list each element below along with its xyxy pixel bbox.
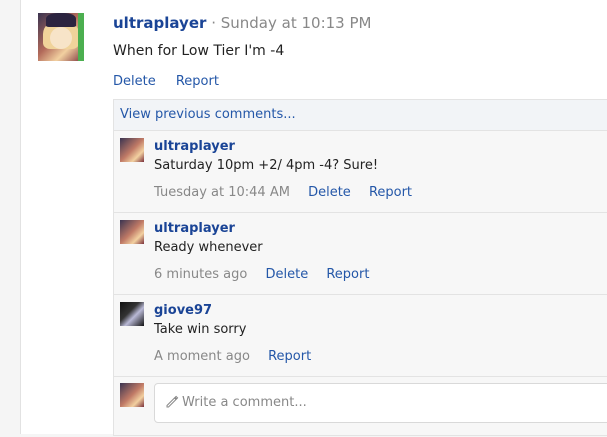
comment-text: Saturday 10pm +2/ 4pm -4? Sure!: [154, 158, 379, 173]
comment-time[interactable]: A moment ago: [154, 349, 250, 364]
comment-username[interactable]: giove97: [154, 303, 212, 318]
comments-section: View previous comments... ultraplayer Sa…: [113, 99, 607, 436]
comment-username[interactable]: ultraplayer: [154, 221, 235, 236]
comment-username[interactable]: ultraplayer: [154, 139, 235, 154]
post-header: ultraplayer · Sunday at 10:13 PM: [113, 14, 371, 32]
pencil-icon: [166, 395, 179, 408]
comment-time[interactable]: Tuesday at 10:44 AM: [154, 185, 290, 200]
comment-item: ultraplayer Saturday 10pm +2/ 4pm -4? Su…: [114, 131, 607, 213]
post-delete-link[interactable]: Delete: [113, 74, 156, 89]
comment-time[interactable]: 6 minutes ago: [154, 267, 247, 282]
post-report-link[interactable]: Report: [176, 74, 219, 89]
write-comment-input[interactable]: Write a comment...: [154, 383, 607, 423]
profile-post: ultraplayer · Sunday at 10:13 PM When fo…: [20, 0, 607, 436]
comment-avatar[interactable]: [120, 220, 144, 244]
post-actions: Delete Report: [113, 74, 235, 89]
post-separator: ·: [211, 14, 216, 32]
comment-avatar[interactable]: [120, 302, 144, 326]
comment-item: giove97 Take win sorry A moment ago Repo…: [114, 295, 607, 377]
post-avatar[interactable]: [38, 13, 84, 61]
write-comment-row: Write a comment...: [114, 377, 607, 437]
comment-meta: Tuesday at 10:44 AM Delete Report: [154, 185, 412, 200]
post-timestamp[interactable]: Sunday at 10:13 PM: [221, 14, 372, 32]
comment-avatar[interactable]: [120, 138, 144, 162]
view-previous-comments-link[interactable]: View previous comments...: [114, 100, 607, 131]
comment-item: ultraplayer Ready whenever 6 minutes ago…: [114, 213, 607, 295]
current-user-avatar: [120, 383, 144, 407]
post-username[interactable]: ultraplayer: [113, 14, 206, 32]
comment-report-link[interactable]: Report: [268, 349, 311, 364]
comment-text: Ready whenever: [154, 240, 263, 255]
comment-meta: A moment ago Report: [154, 349, 311, 364]
comment-delete-link[interactable]: Delete: [308, 185, 351, 200]
post-text: When for Low Tier I'm -4: [113, 43, 285, 59]
comment-meta: 6 minutes ago Delete Report: [154, 267, 369, 282]
comment-text: Take win sorry: [154, 322, 247, 337]
write-comment-placeholder: Write a comment...: [182, 395, 307, 410]
comment-report-link[interactable]: Report: [326, 267, 369, 282]
comment-report-link[interactable]: Report: [369, 185, 412, 200]
left-rail: [0, 0, 20, 434]
comment-delete-link[interactable]: Delete: [265, 267, 308, 282]
